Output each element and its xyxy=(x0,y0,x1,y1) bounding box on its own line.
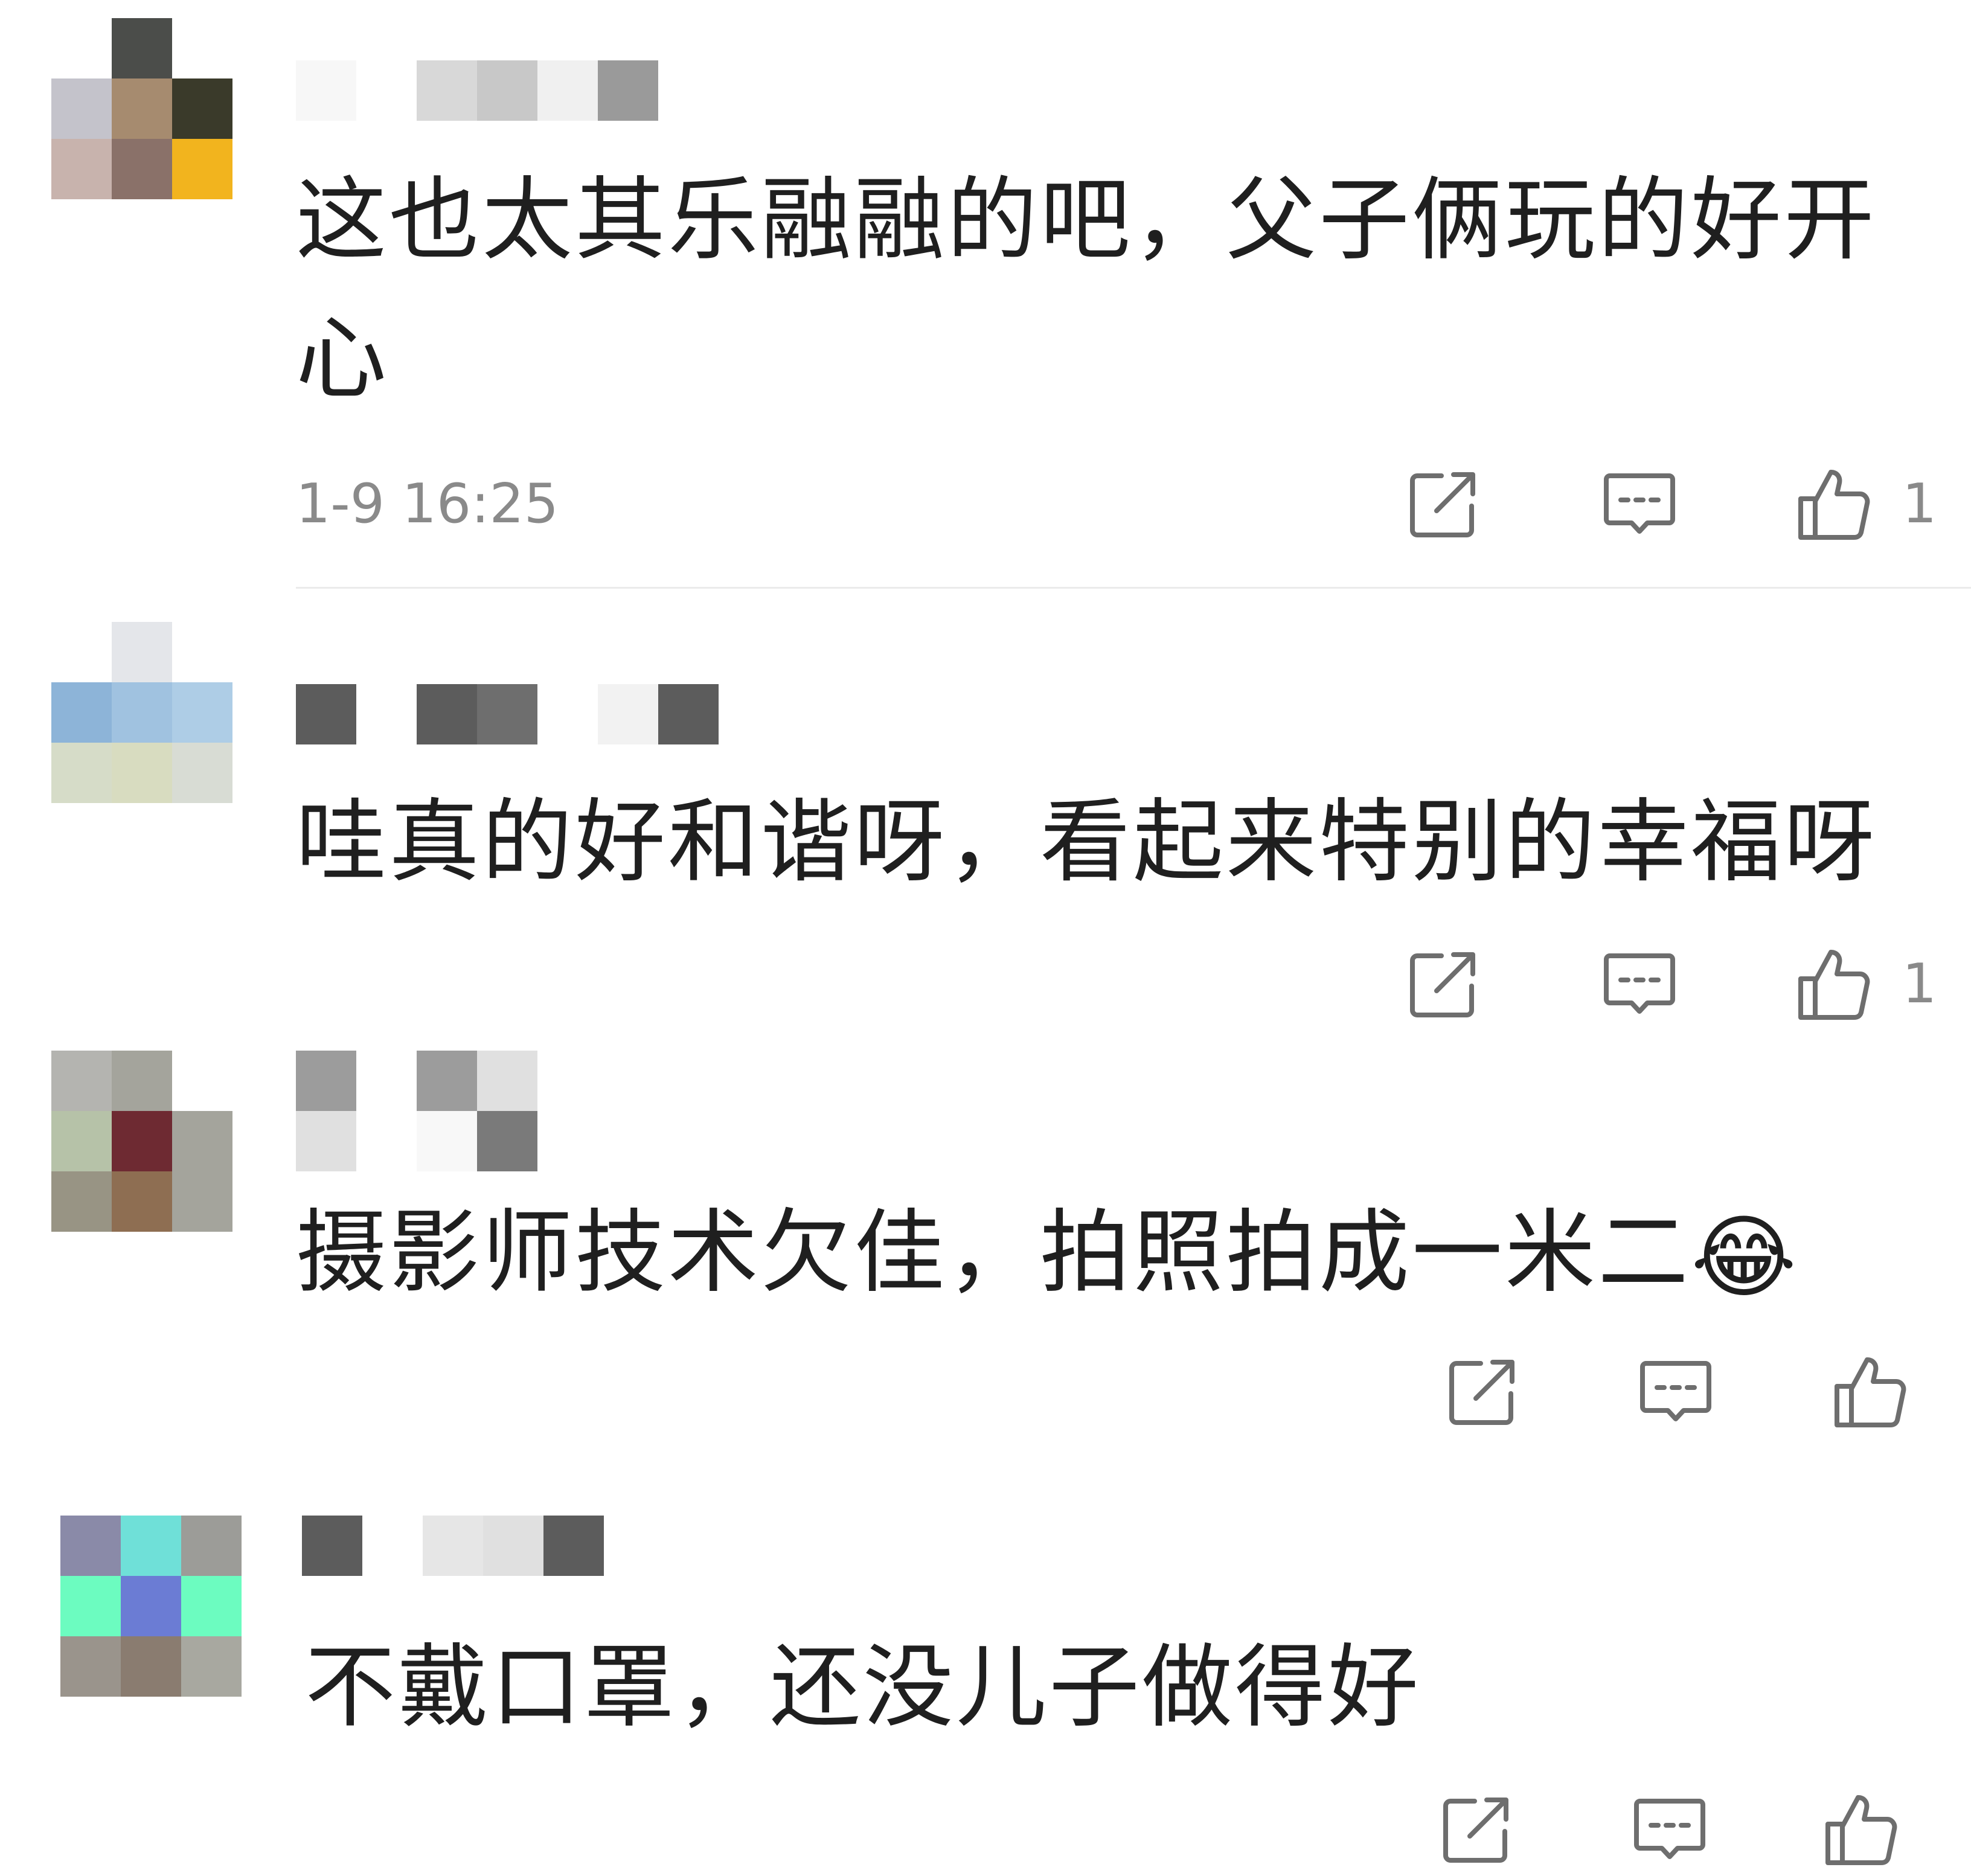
avatar-pixel xyxy=(181,1576,242,1636)
username-pixel xyxy=(483,1516,543,1576)
avatar-pixel xyxy=(121,1516,181,1576)
username-pixel xyxy=(423,1516,483,1576)
username-pixel xyxy=(302,1516,362,1576)
username-pixel xyxy=(543,1516,604,1576)
avatar-pixel xyxy=(121,1636,181,1697)
avatar-pixel xyxy=(60,1576,121,1636)
username-pixel xyxy=(362,1516,423,1576)
comment-item: 不戴口罩，还没儿子做得好 xyxy=(0,0,1971,1876)
username-blurred[interactable] xyxy=(302,1516,797,1576)
avatar[interactable] xyxy=(60,1516,242,1697)
avatar-pixel xyxy=(181,1636,242,1697)
username-pixel xyxy=(604,1516,664,1576)
avatar-pixel xyxy=(60,1516,121,1576)
comment-text: 不戴口罩，还没儿子做得好 xyxy=(305,1635,1421,1740)
avatar-pixel xyxy=(60,1636,121,1697)
share-button[interactable] xyxy=(1437,1790,1516,1869)
comment-actions xyxy=(0,1790,1971,1875)
avatar-pixel xyxy=(181,1516,242,1576)
avatar-pixel xyxy=(121,1576,181,1636)
reply-icon xyxy=(1634,1799,1705,1859)
like-button[interactable] xyxy=(1821,1790,1899,1869)
reply-button[interactable] xyxy=(1630,1790,1709,1869)
like-icon xyxy=(1825,1795,1897,1865)
share-icon xyxy=(1443,1798,1508,1863)
